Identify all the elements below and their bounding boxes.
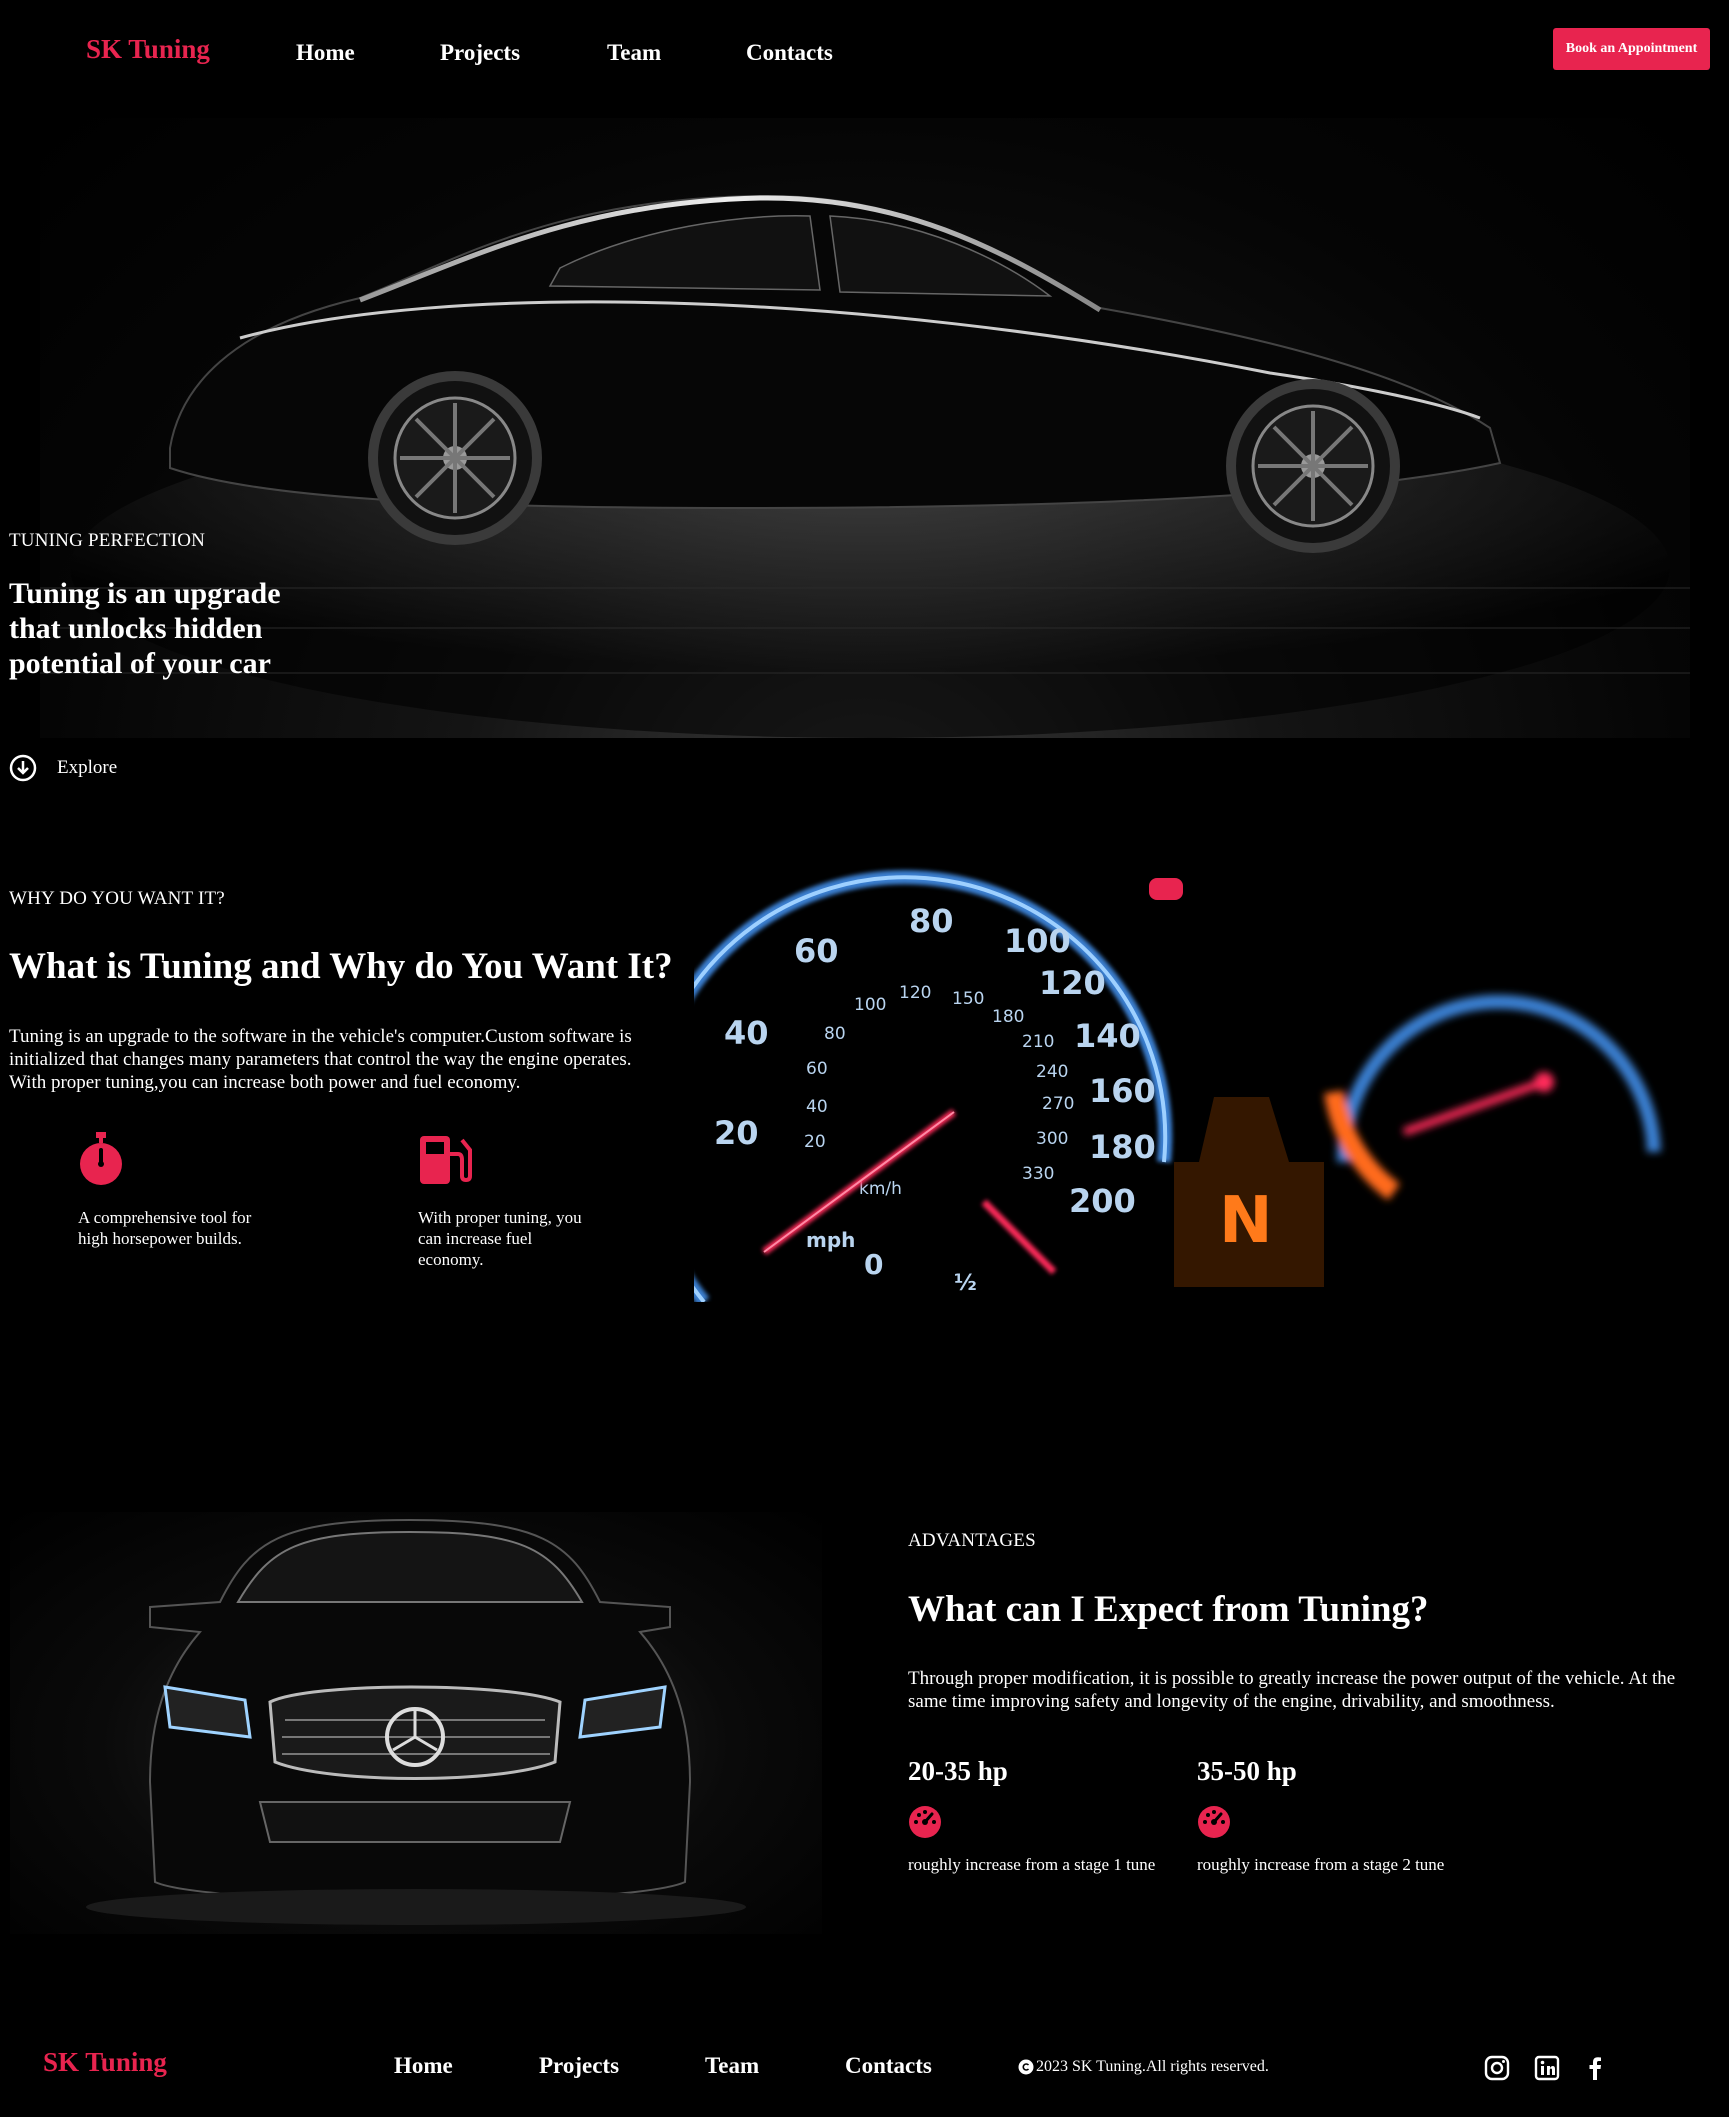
- speed-label: 180: [992, 1007, 1024, 1027]
- advantages-paragraph: Through proper modification, it is possi…: [908, 1668, 1676, 1712]
- speed-label: 150: [952, 989, 984, 1009]
- speed-label: 80: [909, 902, 954, 940]
- fuel-half-label: ½: [954, 1271, 977, 1296]
- footer-nav-home[interactable]: Home: [394, 2053, 453, 2079]
- speedometer-illustration: 20 40 60 80 100 120 140 160 180 200 20 4…: [694, 870, 1661, 1302]
- gauge-icon: [909, 1806, 941, 1838]
- facebook-link[interactable]: [1582, 2055, 1608, 2086]
- why-paragraph: Tuning is an upgrade to the software in …: [9, 1026, 632, 1093]
- instagram-icon: [1484, 2055, 1510, 2081]
- speed-label: 140: [1074, 1017, 1141, 1055]
- stopwatch-icon: [80, 1132, 122, 1185]
- hero-eyebrow: TUNING PERFECTION: [9, 530, 206, 551]
- speed-label: 270: [1042, 1094, 1074, 1114]
- explore-link[interactable]: Explore: [9, 754, 117, 782]
- speed-label: 60: [806, 1059, 828, 1079]
- copyright-text: 2023 SK Tuning.All rights reserved.: [1036, 2058, 1269, 2075]
- why-eyebrow: WHY DO YOU WANT IT?: [9, 888, 225, 909]
- footer-nav-team[interactable]: Team: [705, 2053, 759, 2079]
- stat-stage-1: 20-35 hp roughly increase from a stage 1…: [908, 1756, 1155, 1875]
- footer-nav-contacts[interactable]: Contacts: [845, 2053, 932, 2079]
- copyright-icon: [1018, 2059, 1034, 2075]
- speed-label: 40: [806, 1097, 828, 1117]
- mph-label: mph: [806, 1228, 855, 1252]
- gear-indicator: N: [1219, 1184, 1273, 1258]
- nav-projects[interactable]: Projects: [440, 40, 520, 66]
- car-front-silhouette: [86, 1518, 746, 1925]
- arrow-down-circle-icon: [9, 754, 37, 782]
- zero-label: 0: [864, 1248, 883, 1281]
- speed-label: 180: [1089, 1128, 1156, 1166]
- copyright: 2023 SK Tuning.All rights reserved.: [1018, 2058, 1269, 2076]
- stat-value: 20-35 hp: [908, 1756, 1008, 1786]
- hero-title: Tuning is an upgrade that unlocks hidden…: [9, 577, 281, 680]
- footer-nav-projects[interactable]: Projects: [539, 2053, 619, 2079]
- speed-label: 40: [724, 1014, 769, 1052]
- speed-label: 80: [824, 1024, 846, 1044]
- why-title: What is Tuning and Why do You Want It?: [9, 946, 673, 987]
- speed-label: 240: [1036, 1062, 1068, 1082]
- linkedin-icon: [1534, 2055, 1560, 2081]
- speed-label: 60: [794, 932, 839, 970]
- advantages-eyebrow: ADVANTAGES: [908, 1530, 1036, 1551]
- logo[interactable]: SK Tuning: [86, 34, 210, 65]
- explore-label: Explore: [57, 757, 118, 778]
- gauge-icon: [1198, 1806, 1230, 1838]
- stat-value: 35-50 hp: [1197, 1756, 1297, 1786]
- speed-label: 20: [804, 1132, 826, 1152]
- speed-label: 120: [1039, 964, 1106, 1002]
- speed-label: 100: [854, 995, 886, 1015]
- feature-fuel: With proper tuning, you can increase fue…: [418, 1132, 593, 1270]
- car-front-image: [10, 1512, 822, 1934]
- speed-label: 300: [1036, 1129, 1068, 1149]
- speed-label: 20: [714, 1114, 759, 1152]
- feature-text: A comprehensive tool for high horsepower…: [78, 1208, 252, 1248]
- footer-logo[interactable]: SK Tuning: [43, 2047, 167, 2078]
- stat-stage-2: 35-50 hp roughly increase from a stage 2…: [1197, 1756, 1444, 1875]
- feature-text: With proper tuning, you can increase fue…: [418, 1208, 582, 1269]
- fuel-pump-icon: [420, 1136, 472, 1184]
- stat-label: roughly increase from a stage 2 tune: [1197, 1855, 1445, 1874]
- stat-label: roughly increase from a stage 1 tune: [908, 1855, 1156, 1874]
- nav-home[interactable]: Home: [296, 40, 355, 66]
- speed-label: 210: [1022, 1032, 1054, 1052]
- nav-team[interactable]: Team: [607, 40, 661, 66]
- speed-label: 120: [899, 983, 931, 1003]
- speed-label: 330: [1022, 1164, 1054, 1184]
- nav-contacts[interactable]: Contacts: [746, 40, 833, 66]
- facebook-icon: [1589, 2057, 1601, 2080]
- instagram-link[interactable]: [1484, 2055, 1510, 2086]
- feature-horsepower: A comprehensive tool for high horsepower…: [78, 1132, 253, 1249]
- speed-label: 100: [1004, 922, 1071, 960]
- advantages-title: What can I Expect from Tuning?: [908, 1589, 1429, 1630]
- kmh-label: km/h: [859, 1179, 902, 1199]
- linkedin-link[interactable]: [1534, 2055, 1560, 2086]
- dashboard-image: 20 40 60 80 100 120 140 160 180 200 20 4…: [694, 862, 1694, 1302]
- book-appointment-button[interactable]: Book an Appointment: [1553, 28, 1710, 70]
- speed-label: 200: [1069, 1182, 1136, 1220]
- speed-label: 160: [1089, 1072, 1156, 1110]
